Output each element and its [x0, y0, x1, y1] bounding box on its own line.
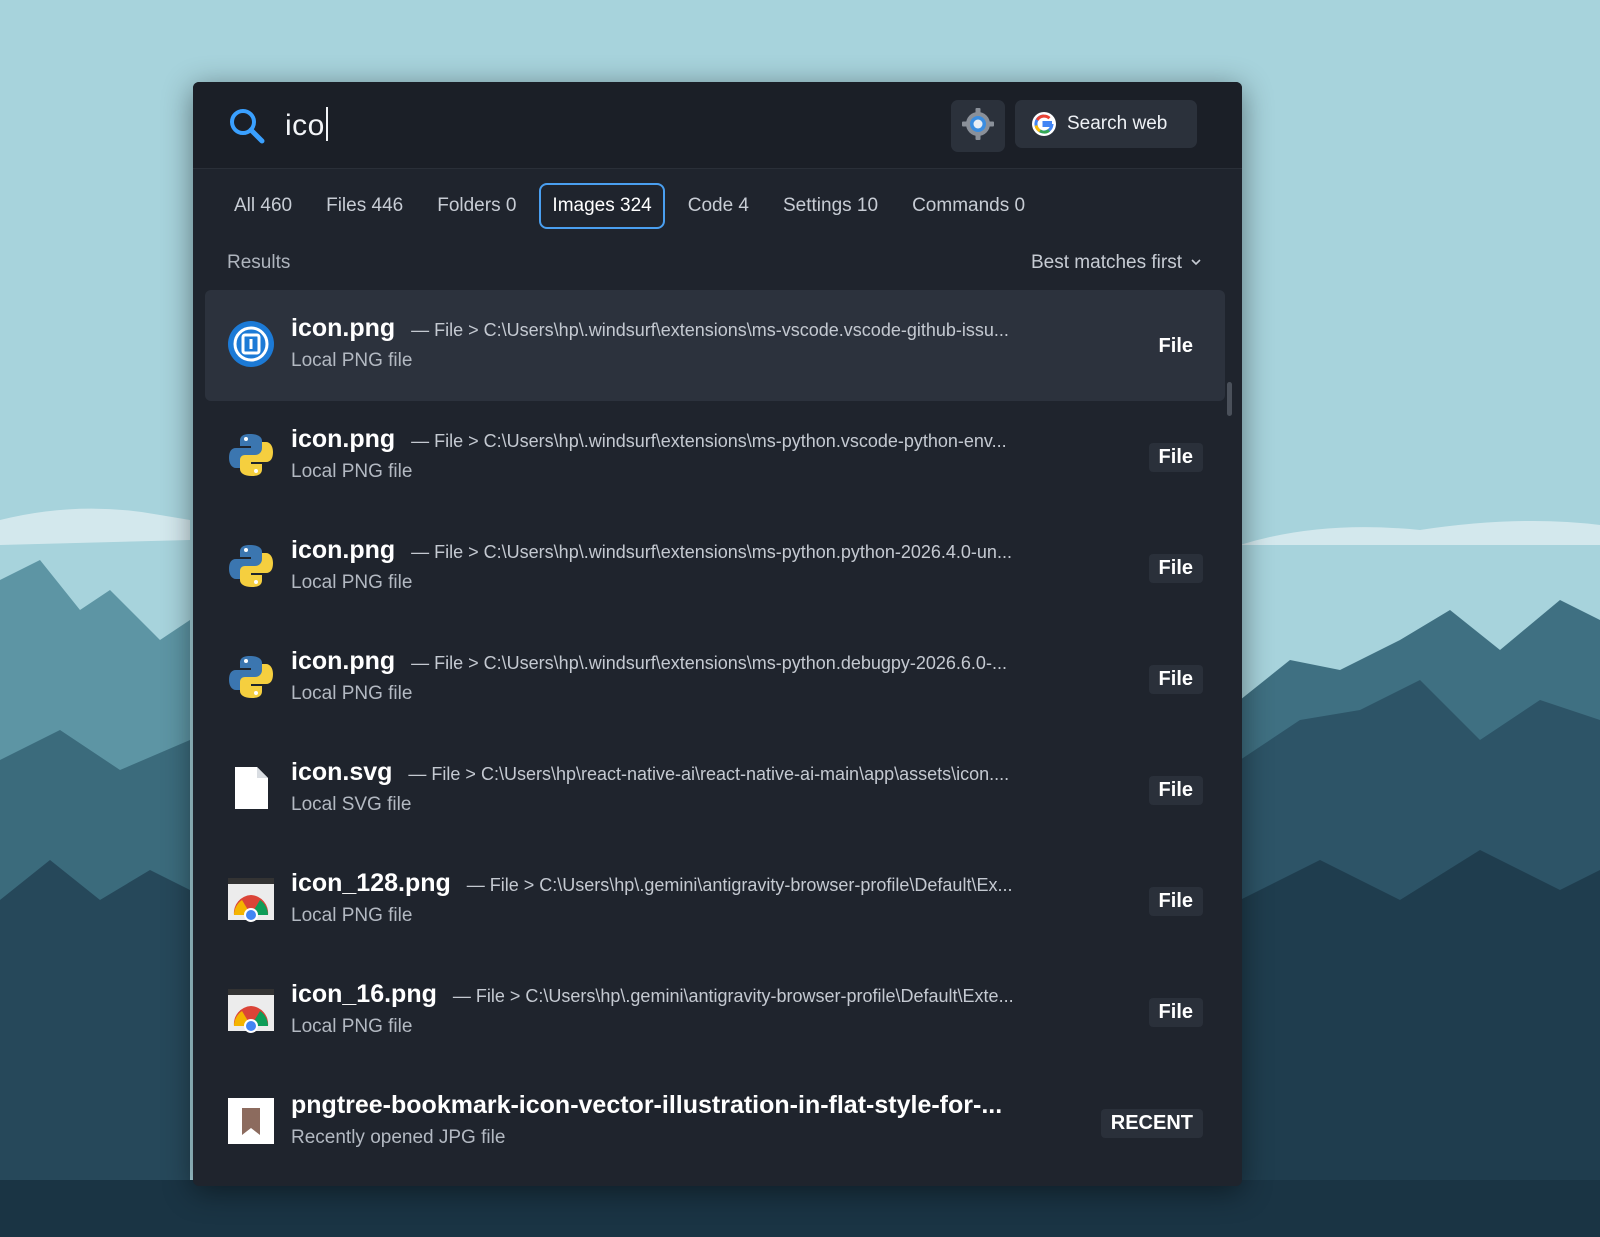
result-row[interactable]: icon.png — File > C:\Users\hp\.windsurf\e…	[205, 401, 1225, 512]
result-name: icon.png	[291, 314, 396, 342]
result-name: icon.png	[291, 536, 396, 564]
result-name: pngtree-bookmark-icon-vector-illustratio…	[291, 1091, 1003, 1119]
result-tag: File	[1158, 335, 1193, 357]
result-tag: File	[1148, 998, 1203, 1027]
tab-all[interactable]: All 460	[223, 183, 303, 229]
python-icon	[227, 431, 275, 479]
result-path: — File > C:\Users\hp\.windsurf\extension…	[411, 542, 1012, 562]
tab-code[interactable]: Code 4	[677, 183, 760, 229]
tab-commands[interactable]: Commands 0	[901, 183, 1036, 229]
result-type: Local PNG file	[291, 683, 413, 704]
result-path: — File > C:\Users\hp\.windsurf\extension…	[411, 431, 1007, 451]
result-type: Local PNG file	[291, 461, 413, 482]
search-web-button[interactable]: Search web	[1015, 100, 1197, 148]
chrome-icon	[227, 875, 275, 923]
scrollbar-thumb[interactable]	[1227, 382, 1232, 416]
result-row[interactable]: icon_16.png — File > C:\Users\hp\.gemini\…	[205, 956, 1225, 1067]
settings-button[interactable]	[951, 100, 1005, 152]
category-tabs: All 460 Files 446 Folders 0 Images 324 C…	[223, 182, 1048, 230]
tab-images[interactable]: Images 324	[539, 183, 665, 229]
result-row[interactable]: icon.png — File > C:\Users\hp\.windsurf\e…	[205, 512, 1225, 623]
result-row[interactable]: icon.png — File > C:\Users\hp\.windsurf\e…	[205, 623, 1225, 734]
result-name: icon_16.png	[291, 980, 437, 1008]
result-tag: File	[1148, 776, 1203, 805]
python-icon	[227, 542, 275, 590]
chevron-down-icon	[1182, 252, 1202, 274]
search-web-label: Search web	[1067, 113, 1168, 134]
result-name: icon.svg	[291, 758, 393, 786]
result-row[interactable]: icon.svg — File > C:\Users\hp\react-nativ…	[205, 734, 1225, 845]
result-path: — File > C:\Users\hp\.windsurf\extension…	[411, 320, 1009, 340]
result-type: Local SVG file	[291, 794, 412, 815]
result-tag: File	[1148, 443, 1203, 472]
results-heading: Results	[227, 252, 291, 273]
vscode-issue-icon	[227, 320, 275, 368]
result-name: icon_128.png	[291, 869, 451, 897]
result-type: Local PNG file	[291, 572, 413, 593]
result-type: Local PNG file	[291, 905, 413, 926]
result-tag: File	[1148, 665, 1203, 694]
tab-files[interactable]: Files 446	[315, 183, 414, 229]
sort-dropdown[interactable]: Best matches first	[1031, 252, 1202, 274]
bookmark-icon	[227, 1097, 275, 1145]
search-icon	[227, 106, 267, 146]
tab-folders[interactable]: Folders 0	[426, 183, 527, 229]
result-path: — File > C:\Users\hp\.gemini\antigravity…	[452, 986, 1014, 1006]
result-name: icon.png	[291, 425, 396, 453]
result-tag: File	[1148, 887, 1203, 916]
result-type: Local PNG file	[291, 1016, 413, 1037]
result-path: — File > C:\Users\hp\.windsurf\extension…	[411, 653, 1007, 673]
text-caret	[325, 107, 328, 141]
result-tag: File	[1148, 554, 1203, 583]
result-path: — File > C:\Users\hp\.gemini\antigravity…	[466, 875, 1013, 895]
sort-label: Best matches first	[1031, 252, 1182, 273]
results-list: icon.png — File > C:\Users\hp\.windsurf\e…	[205, 290, 1225, 1178]
tab-settings[interactable]: Settings 10	[772, 183, 889, 229]
blank-file-icon	[227, 764, 275, 812]
chrome-icon	[227, 986, 275, 1034]
result-name: icon.png	[291, 647, 396, 675]
search-query-text: ico	[285, 109, 325, 142]
result-row[interactable]: icon.png — File > C:\Users\hp\.windsurf\e…	[205, 290, 1225, 401]
result-type: Local PNG file	[291, 350, 413, 371]
python-icon	[227, 653, 275, 701]
result-path: — File > C:\Users\hp\react-native-ai\rea…	[408, 764, 1010, 784]
result-row[interactable]: icon_128.png — File > C:\Users\hp\.gemini…	[205, 845, 1225, 956]
result-type: Recently opened JPG file	[291, 1127, 506, 1148]
gear-icon	[961, 107, 995, 146]
search-bar: ico Search web	[193, 82, 1242, 169]
result-tag: RECENT	[1100, 1109, 1203, 1138]
search-panel: ico Search web All 460 Files 446 Folders…	[193, 82, 1242, 1186]
search-input[interactable]: ico	[285, 104, 328, 148]
google-icon	[1031, 111, 1057, 137]
result-row[interactable]: pngtree-bookmark-icon-vector-illustratio…	[205, 1067, 1225, 1178]
